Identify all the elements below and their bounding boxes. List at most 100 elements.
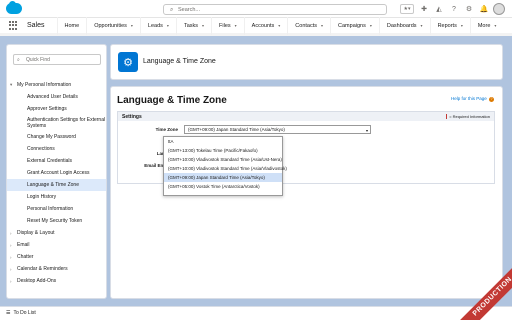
panel-title: Language & Time Zone (117, 95, 227, 106)
time-zone-option[interactable]: (GMT+09:00) Japan Standard Time (Asia/To… (164, 173, 282, 182)
sidebar-item-label: Display & Layout (17, 230, 55, 236)
search-placeholder: Search... (178, 7, 201, 13)
add-icon[interactable]: ✚ (419, 4, 429, 14)
page-header: ⚙ Language & Time Zone (110, 44, 503, 80)
sidebar-item-advanced-user-details[interactable]: Advanced User Details (7, 91, 106, 103)
sidebar-item-label: Email (17, 242, 30, 248)
header-utility-icons: ★▾ ✚ ◭ ? ⚙ 🔔 (400, 3, 489, 15)
nav-tab-label: Opportunities (94, 22, 127, 29)
sidebar-item-email[interactable]: › Email (7, 239, 106, 251)
chevron-right-icon[interactable]: › (10, 231, 12, 236)
nav-tab-accounts[interactable]: Accounts ▾ (243, 16, 288, 35)
sidebar-item-authentication-settings-for-external-systems[interactable]: Authentication Settings for External Sys… (7, 115, 106, 131)
settings-gear-icon: ⚙ (118, 52, 138, 72)
time-zone-option[interactable]: ttA (164, 137, 282, 146)
time-zone-option[interactable]: (GMT+10:00) Vladivostok Standard Time (A… (164, 155, 282, 164)
sidebar-item-label: Language & Time Zone (27, 182, 79, 188)
help-link[interactable]: Help for this Page ? (451, 96, 494, 102)
chevron-down-icon: ▾ (365, 128, 368, 133)
app-navigation-bar: Sales Home Opportunities ▾ Leads ▾ Tasks ▾ File… (0, 16, 512, 36)
nav-tab-more[interactable]: More ▾ (469, 16, 504, 35)
todo-list-label: To Do List (13, 310, 36, 316)
nav-tab-leads[interactable]: Leads ▾ (139, 16, 176, 35)
help-link-text[interactable]: Help for this Page (451, 96, 487, 101)
page-header-title: Language & Time Zone (143, 58, 216, 65)
favorites-icon[interactable]: ★▾ (400, 4, 414, 14)
sidebar-item-reset-my-security-token[interactable]: Reset My Security Token (7, 215, 106, 227)
sidebar-item-label: Calendar & Reminders (17, 266, 68, 272)
sidebar-item-label: Login History (27, 194, 57, 200)
chevron-down-icon[interactable]: ▾ (10, 82, 12, 88)
chevron-right-icon[interactable]: › (10, 243, 12, 248)
chevron-down-icon[interactable]: ▾ (202, 23, 204, 28)
nav-tab-label: Tasks (183, 22, 198, 29)
sidebar-item-approver-settings[interactable]: Approver Settings (7, 103, 106, 115)
sidebar-item-label: Authentication Settings for External Sys… (27, 117, 106, 129)
sidebar-item-label: Grant Account Login Access (27, 170, 90, 176)
utility-bar: ☰ To Do List (0, 306, 512, 320)
chevron-right-icon[interactable]: › (10, 255, 12, 260)
sidebar-item-personal-information[interactable]: Personal Information (7, 203, 106, 215)
nav-tab-label: Campaigns (338, 22, 366, 29)
nav-tab-home[interactable]: Home (56, 16, 87, 35)
nav-tab-label: More (477, 22, 491, 29)
user-avatar[interactable] (493, 3, 505, 15)
sidebar-item-change-my-password[interactable]: Change My Password (7, 131, 106, 143)
time-zone-option[interactable]: (GMT+05:00) Vostok Time (Antarctica/Vost… (164, 182, 282, 191)
nav-tab-label: Accounts (251, 22, 275, 29)
sidebar-item-my-personal-information[interactable]: ▾ My Personal Information (7, 79, 106, 91)
chevron-down-icon[interactable]: ▾ (278, 23, 280, 28)
time-zone-value: (GMT+09:00) Japan Standard Time (Asia/To… (188, 127, 285, 132)
sidebar-item-calendar-reminders[interactable]: › Calendar & Reminders (7, 263, 106, 275)
sidebar-item-desktop-add-ons[interactable]: › Desktop Add-Ons (7, 275, 106, 287)
nav-tab-dashboards[interactable]: Dashboards ▾ (378, 16, 430, 35)
sidebar-item-grant-account-login-access[interactable]: Grant Account Login Access (7, 167, 106, 179)
sidebar-item-label: Reset My Security Token (27, 218, 83, 224)
todo-list-button[interactable]: ☰ To Do List (6, 310, 36, 316)
sidebar-item-chatter[interactable]: › Chatter (7, 251, 106, 263)
nav-tab-reports[interactable]: Reports ▾ (429, 16, 470, 35)
help-icon[interactable]: ? (449, 4, 459, 14)
nav-tab-campaigns[interactable]: Campaigns ▾ (330, 16, 379, 35)
nav-tab-files[interactable]: Files ▾ (211, 16, 244, 35)
sidebar-item-language-time-zone[interactable]: Language & Time Zone (7, 179, 106, 191)
quick-find-input[interactable]: ⌕ Quick Find (13, 54, 101, 65)
salesforce-logo[interactable] (6, 1, 22, 14)
nav-tab-opportunities[interactable]: Opportunities ▾ (86, 16, 140, 35)
global-search-input[interactable]: ⌕ Search... (163, 4, 387, 15)
app-name: Sales (27, 22, 45, 29)
chevron-down-icon[interactable]: ▾ (321, 23, 323, 28)
setup-gear-icon[interactable]: ⚙ (464, 4, 474, 14)
setup-sidebar: ⌕ Quick Find ▾ My Personal Information Adv… (6, 44, 107, 299)
nav-tab-contacts[interactable]: Contacts ▾ (287, 16, 330, 35)
sidebar-item-display-layout[interactable]: › Display & Layout (7, 227, 106, 239)
sidebar-item-connections[interactable]: Connections (7, 143, 106, 155)
sidebar-item-login-history[interactable]: Login History (7, 191, 106, 203)
nav-tab-label: Home (64, 22, 80, 29)
time-zone-row: Time Zone (GMT+09:00) Japan Standard Tim… (118, 125, 496, 135)
time-zone-select[interactable]: (GMT+09:00) Japan Standard Time (Asia/To… (184, 125, 371, 134)
chevron-down-icon[interactable]: ▾ (167, 23, 169, 28)
chevron-down-icon[interactable]: ▾ (370, 23, 372, 28)
help-question-icon[interactable]: ? (489, 97, 494, 102)
sidebar-item-label: Chatter (17, 254, 34, 260)
chevron-down-icon[interactable]: ▾ (235, 23, 237, 28)
time-zone-option[interactable]: (GMT+13:00) Tokelau Time (Pacific/Fakaof… (164, 146, 282, 155)
trailhead-icon[interactable]: ◭ (434, 4, 444, 14)
chevron-right-icon[interactable]: › (10, 279, 12, 284)
chevron-down-icon[interactable]: ▾ (421, 23, 423, 28)
time-zone-option[interactable]: (GMT+10:00) Vladivostok Standard Time (A… (164, 164, 287, 173)
sidebar-item-label: Advanced User Details (27, 94, 78, 100)
chevron-down-icon[interactable]: ▾ (494, 23, 496, 28)
app-launcher-icon[interactable] (9, 20, 19, 31)
chevron-right-icon[interactable]: › (10, 267, 12, 272)
chevron-down-icon[interactable]: ▾ (461, 23, 463, 28)
nav-tab-label: Files (219, 22, 231, 29)
nav-tab-label: Reports (437, 22, 457, 29)
notifications-bell-icon[interactable]: 🔔 (479, 4, 489, 14)
nav-tab-tasks[interactable]: Tasks ▾ (175, 16, 211, 35)
sidebar-item-label: Change My Password (27, 134, 76, 140)
chevron-down-icon[interactable]: ▾ (131, 23, 133, 28)
sidebar-item-external-credentials[interactable]: External Credentials (7, 155, 106, 167)
sidebar-item-label: Approver Settings (27, 106, 67, 112)
